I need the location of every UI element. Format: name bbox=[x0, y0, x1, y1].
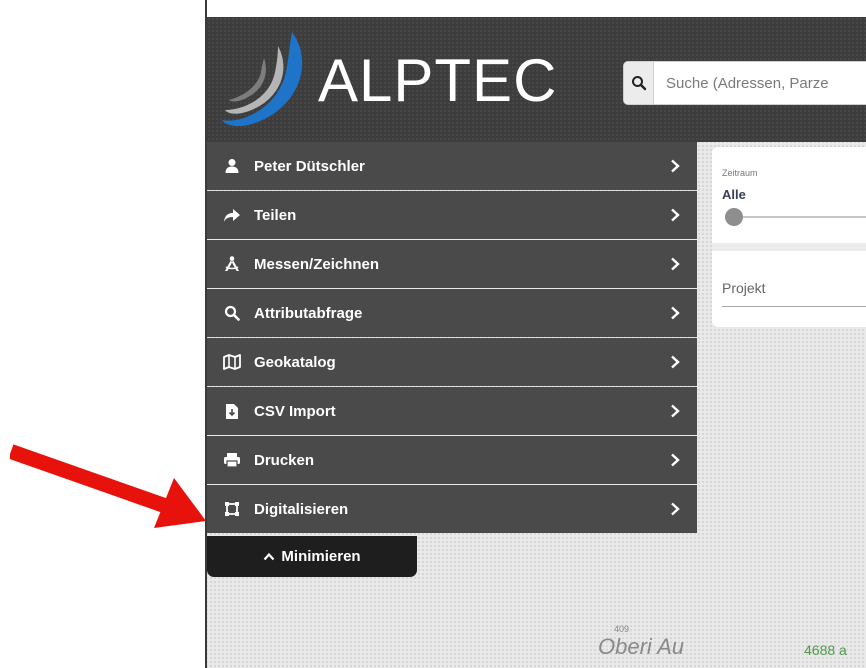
alptec-logo-icon bbox=[222, 32, 303, 127]
minimize-label: Minimieren bbox=[281, 548, 361, 565]
projekt-field[interactable]: Projekt bbox=[722, 280, 766, 296]
brand-name: ALPTEC bbox=[318, 47, 558, 114]
menu-item-label: Teilen bbox=[254, 206, 297, 224]
zeitraum-value: Alle bbox=[722, 187, 746, 202]
minimize-button[interactable]: Minimieren bbox=[207, 536, 417, 577]
menu-item-user[interactable]: Peter Dütschler bbox=[207, 142, 697, 190]
chevron-right-icon bbox=[669, 256, 681, 272]
search-icon bbox=[631, 76, 646, 91]
menu-item-share[interactable]: Teilen bbox=[207, 191, 697, 239]
chevron-right-icon bbox=[669, 452, 681, 468]
zeitraum-slider-handle[interactable] bbox=[725, 208, 743, 226]
menu-item-label: Peter Dütschler bbox=[254, 157, 365, 175]
menu-item-label: Attributabfrage bbox=[254, 304, 363, 322]
chevron-right-icon bbox=[669, 501, 681, 517]
chevron-right-icon bbox=[669, 158, 681, 174]
search-input[interactable] bbox=[654, 62, 866, 104]
search-bar[interactable] bbox=[623, 61, 866, 105]
menu-item-label: CSV Import bbox=[254, 402, 336, 420]
menu-item-label: Geokatalog bbox=[254, 353, 336, 371]
search-button[interactable] bbox=[624, 62, 654, 104]
top-strip bbox=[207, 0, 866, 17]
menu-item-label: Drucken bbox=[254, 451, 315, 469]
menu-item-label: Messen/Zeichnen bbox=[254, 255, 380, 273]
menu-item-digitize[interactable]: Digitalisieren bbox=[207, 485, 697, 533]
projekt-underline bbox=[722, 306, 866, 307]
side-menu: Peter Dütschler Teilen Messen/Zeichnen A… bbox=[207, 142, 697, 534]
menu-item-csv-import[interactable]: CSV Import bbox=[207, 387, 697, 435]
measure-draw-icon bbox=[222, 254, 242, 274]
menu-item-measure[interactable]: Messen/Zeichnen bbox=[207, 240, 697, 288]
map-place-label: Oberi Au bbox=[598, 634, 685, 659]
menu-item-label: Digitalisieren bbox=[254, 500, 349, 518]
chevron-up-icon bbox=[264, 552, 275, 561]
file-import-icon bbox=[222, 401, 242, 421]
map-coordinate-label: 4688 a bbox=[804, 642, 847, 658]
vector-square-icon bbox=[222, 499, 242, 519]
chevron-right-icon bbox=[669, 354, 681, 370]
user-icon bbox=[222, 156, 242, 176]
zeitraum-slider-track[interactable] bbox=[734, 216, 866, 218]
menu-item-geocatalog[interactable]: Geokatalog bbox=[207, 338, 697, 386]
search-icon bbox=[222, 303, 242, 323]
zeitraum-label: Zeitraum bbox=[722, 168, 758, 178]
menu-item-attribute-query[interactable]: Attributabfrage bbox=[207, 289, 697, 337]
map-icon bbox=[222, 352, 242, 372]
map-parcel-number: 409 bbox=[614, 624, 630, 634]
chevron-right-icon bbox=[669, 403, 681, 419]
chevron-right-icon bbox=[669, 207, 681, 223]
share-icon bbox=[222, 205, 242, 225]
red-arrow-annotation-icon bbox=[10, 444, 206, 528]
panel-divider bbox=[712, 243, 866, 251]
chevron-right-icon bbox=[669, 305, 681, 321]
menu-item-print[interactable]: Drucken bbox=[207, 436, 697, 484]
print-icon bbox=[222, 450, 242, 470]
